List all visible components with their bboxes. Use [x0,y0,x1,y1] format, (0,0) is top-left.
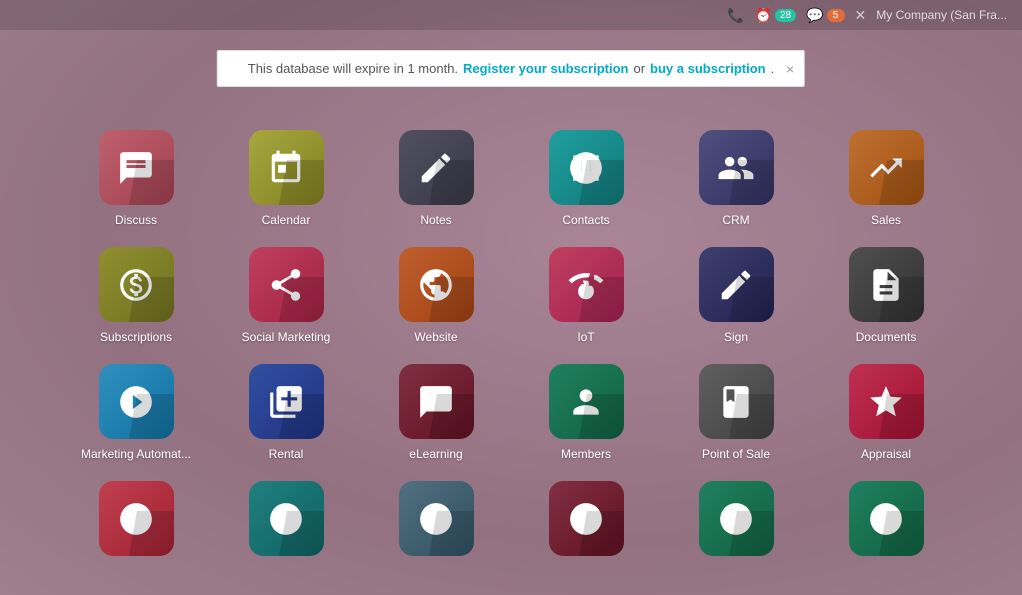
app-icon-notes [399,130,474,205]
register-subscription-link[interactable]: Register your subscription [463,61,628,76]
app-item-sales[interactable]: Sales [826,130,946,227]
app-icon-subscriptions [99,247,174,322]
app-label-elearning: eLearning [409,447,462,461]
chat-icon: 💬 [806,7,823,24]
app-item-bottom1[interactable] [76,481,196,564]
app-icon-pos [699,364,774,439]
app-icon-contacts [549,130,624,205]
app-label-marketing: Marketing Automat... [81,447,191,461]
app-item-iot[interactable]: IoT [526,247,646,344]
app-item-bottom5[interactable] [676,481,796,564]
app-label-website: Website [414,330,457,344]
app-icon-crm [699,130,774,205]
app-label-sales: Sales [871,213,901,227]
banner-text: This database will expire in 1 month. [248,61,458,76]
app-item-notes[interactable]: Notes [376,130,496,227]
topbar-close-icon[interactable]: ✕ [855,7,867,24]
app-icon-bottom2 [249,481,324,556]
app-icon-bottom4 [549,481,624,556]
clock-badge-area[interactable]: ⏰ 28 [755,7,797,24]
app-icon-sign [699,247,774,322]
app-icon-marketing [99,364,174,439]
app-grid: Discuss Calendar Notes Contacts CRM Sales Subs… [76,130,946,564]
banner-period: . [771,61,775,76]
app-label-subscriptions: Subscriptions [100,330,172,344]
app-icon-documents [849,247,924,322]
app-icon-social-marketing [249,247,324,322]
company-name: My Company (San Fra... [876,8,1007,22]
app-item-members[interactable]: Members [526,364,646,461]
app-item-crm[interactable]: CRM [676,130,796,227]
app-item-pos[interactable]: Point of Sale [676,364,796,461]
app-label-social-marketing: Social Marketing [242,330,331,344]
app-label-rental: Rental [269,447,304,461]
app-icon-iot [549,247,624,322]
app-label-calendar: Calendar [262,213,311,227]
app-icon-sales [849,130,924,205]
buy-subscription-link[interactable]: buy a subscription [650,61,766,76]
app-icon-bottom1 [99,481,174,556]
app-label-iot: IoT [577,330,594,344]
app-icon-bottom5 [699,481,774,556]
app-label-discuss: Discuss [115,213,157,227]
banner-or: or [633,61,645,76]
app-item-bottom6[interactable] [826,481,946,564]
app-icon-bottom6 [849,481,924,556]
app-icon-calendar [249,130,324,205]
app-label-documents: Documents [856,330,917,344]
phone-icon-area: 📞 [727,7,744,24]
chat-badge-area[interactable]: 💬 5 [806,7,844,24]
app-item-bottom3[interactable] [376,481,496,564]
app-item-documents[interactable]: Documents [826,247,946,344]
app-icon-members [549,364,624,439]
expiry-banner: This database will expire in 1 month. Re… [217,50,805,87]
chat-badge: 5 [827,9,845,22]
app-item-rental[interactable]: Rental [226,364,346,461]
app-label-crm: CRM [722,213,749,227]
app-icon-website [399,247,474,322]
app-icon-elearning [399,364,474,439]
app-label-members: Members [561,447,611,461]
app-item-marketing[interactable]: Marketing Automat... [76,364,196,461]
app-label-contacts: Contacts [562,213,609,227]
phone-icon: 📞 [727,7,744,24]
app-icon-rental [249,364,324,439]
app-icon-discuss [99,130,174,205]
clock-badge: 28 [775,9,796,22]
app-item-social-marketing[interactable]: Social Marketing [226,247,346,344]
app-icon-bottom3 [399,481,474,556]
app-item-elearning[interactable]: eLearning [376,364,496,461]
app-item-subscriptions[interactable]: Subscriptions [76,247,196,344]
app-item-sign[interactable]: Sign [676,247,796,344]
clock-icon: ⏰ [755,7,772,24]
app-label-pos: Point of Sale [702,447,770,461]
app-item-calendar[interactable]: Calendar [226,130,346,227]
app-item-contacts[interactable]: Contacts [526,130,646,227]
app-item-discuss[interactable]: Discuss [76,130,196,227]
app-item-website[interactable]: Website [376,247,496,344]
banner-close-button[interactable]: × [786,61,794,77]
app-label-appraisal: Appraisal [861,447,911,461]
app-label-sign: Sign [724,330,748,344]
app-item-appraisal[interactable]: Appraisal [826,364,946,461]
app-item-bottom2[interactable] [226,481,346,564]
top-bar: 📞 ⏰ 28 💬 5 ✕ My Company (San Fra... [0,0,1022,30]
app-label-notes: Notes [420,213,451,227]
app-icon-appraisal [849,364,924,439]
app-item-bottom4[interactable] [526,481,646,564]
